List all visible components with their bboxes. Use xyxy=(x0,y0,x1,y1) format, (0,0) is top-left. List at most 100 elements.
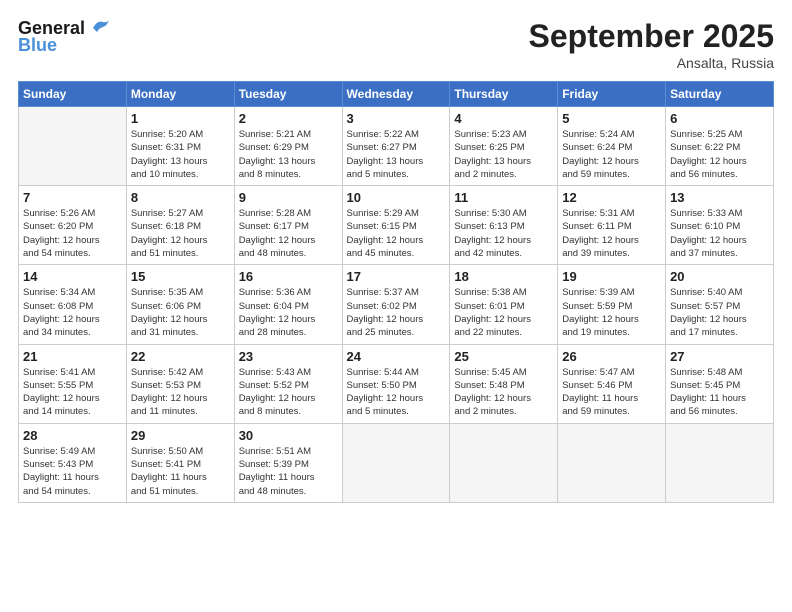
header: General Blue September 2025 Ansalta, Rus… xyxy=(18,18,774,71)
day-info: Sunrise: 5:20 AMSunset: 6:31 PMDaylight:… xyxy=(131,128,230,181)
day-number: 3 xyxy=(347,111,446,126)
day-info: Sunrise: 5:44 AMSunset: 5:50 PMDaylight:… xyxy=(347,366,446,419)
day-cell: 6 Sunrise: 5:25 AMSunset: 6:22 PMDaylight… xyxy=(666,107,774,186)
column-header-thursday: Thursday xyxy=(450,82,558,107)
day-info: Sunrise: 5:33 AMSunset: 6:10 PMDaylight:… xyxy=(670,207,769,260)
day-number: 12 xyxy=(562,190,661,205)
day-number: 19 xyxy=(562,269,661,284)
day-info: Sunrise: 5:28 AMSunset: 6:17 PMDaylight:… xyxy=(239,207,338,260)
day-cell: 27Sunrise: 5:48 AMSunset: 5:45 PMDayligh… xyxy=(666,344,774,423)
day-cell xyxy=(666,423,774,502)
day-info: Sunrise: 5:48 AMSunset: 5:45 PMDaylight:… xyxy=(670,366,769,419)
logo-blue-text: Blue xyxy=(18,35,57,56)
header-row: SundayMondayTuesdayWednesdayThursdayFrid… xyxy=(19,82,774,107)
day-number: 21 xyxy=(23,349,122,364)
subtitle: Ansalta, Russia xyxy=(529,55,774,71)
page: General Blue September 2025 Ansalta, Rus… xyxy=(0,0,792,612)
day-cell: 11 Sunrise: 5:30 AMSunset: 6:13 PMDayligh… xyxy=(450,186,558,265)
day-info: Sunrise: 5:47 AMSunset: 5:46 PMDaylight:… xyxy=(562,366,661,419)
day-number: 1 xyxy=(131,111,230,126)
day-number: 16 xyxy=(239,269,338,284)
day-cell xyxy=(19,107,127,186)
column-header-saturday: Saturday xyxy=(666,82,774,107)
column-header-monday: Monday xyxy=(126,82,234,107)
day-cell: 21 Sunrise: 5:41 AMSunset: 5:55 PMDayligh… xyxy=(19,344,127,423)
day-info: Sunrise: 5:38 AMSunset: 6:01 PMDaylight:… xyxy=(454,286,553,339)
column-header-wednesday: Wednesday xyxy=(342,82,450,107)
day-info: Sunrise: 5:35 AMSunset: 6:06 PMDaylight:… xyxy=(131,286,230,339)
day-info: Sunrise: 5:34 AMSunset: 6:08 PMDaylight:… xyxy=(23,286,122,339)
day-info: Sunrise: 5:27 AMSunset: 6:18 PMDaylight:… xyxy=(131,207,230,260)
day-number: 7 xyxy=(23,190,122,205)
week-row-2: 7Sunrise: 5:26 AMSunset: 6:20 PMDaylight… xyxy=(19,186,774,265)
day-cell: 4Sunrise: 5:23 AMSunset: 6:25 PMDaylight… xyxy=(450,107,558,186)
day-cell: 30 Sunrise: 5:51 AMSunset: 5:39 PMDayligh… xyxy=(234,423,342,502)
day-info: Sunrise: 5:23 AMSunset: 6:25 PMDaylight:… xyxy=(454,128,553,181)
day-cell: 3 Sunrise: 5:22 AMSunset: 6:27 PMDaylight… xyxy=(342,107,450,186)
week-row-4: 21 Sunrise: 5:41 AMSunset: 5:55 PMDayligh… xyxy=(19,344,774,423)
day-number: 15 xyxy=(131,269,230,284)
day-number: 18 xyxy=(454,269,553,284)
day-cell: 16 Sunrise: 5:36 AMSunset: 6:04 PMDayligh… xyxy=(234,265,342,344)
week-row-5: 28Sunrise: 5:49 AMSunset: 5:43 PMDayligh… xyxy=(19,423,774,502)
day-info: Sunrise: 5:36 AMSunset: 6:04 PMDaylight:… xyxy=(239,286,338,339)
day-cell: 18 Sunrise: 5:38 AMSunset: 6:01 PMDayligh… xyxy=(450,265,558,344)
day-cell: 25 Sunrise: 5:45 AMSunset: 5:48 PMDayligh… xyxy=(450,344,558,423)
day-number: 8 xyxy=(131,190,230,205)
day-number: 22 xyxy=(131,349,230,364)
day-cell: 5Sunrise: 5:24 AMSunset: 6:24 PMDaylight… xyxy=(558,107,666,186)
day-number: 5 xyxy=(562,111,661,126)
day-info: Sunrise: 5:45 AMSunset: 5:48 PMDaylight:… xyxy=(454,366,553,419)
logo: General Blue xyxy=(18,18,111,56)
day-info: Sunrise: 5:39 AMSunset: 5:59 PMDaylight:… xyxy=(562,286,661,339)
day-cell: 24Sunrise: 5:44 AMSunset: 5:50 PMDayligh… xyxy=(342,344,450,423)
day-number: 26 xyxy=(562,349,661,364)
day-cell: 12Sunrise: 5:31 AMSunset: 6:11 PMDayligh… xyxy=(558,186,666,265)
calendar-table: SundayMondayTuesdayWednesdayThursdayFrid… xyxy=(18,81,774,503)
day-cell: 17Sunrise: 5:37 AMSunset: 6:02 PMDayligh… xyxy=(342,265,450,344)
day-number: 20 xyxy=(670,269,769,284)
logo-bird-icon xyxy=(89,18,111,38)
day-info: Sunrise: 5:30 AMSunset: 6:13 PMDaylight:… xyxy=(454,207,553,260)
day-cell: 20 Sunrise: 5:40 AMSunset: 5:57 PMDayligh… xyxy=(666,265,774,344)
column-header-sunday: Sunday xyxy=(19,82,127,107)
column-header-tuesday: Tuesday xyxy=(234,82,342,107)
day-number: 14 xyxy=(23,269,122,284)
day-info: Sunrise: 5:21 AMSunset: 6:29 PMDaylight:… xyxy=(239,128,338,181)
day-number: 9 xyxy=(239,190,338,205)
day-cell: 2Sunrise: 5:21 AMSunset: 6:29 PMDaylight… xyxy=(234,107,342,186)
day-info: Sunrise: 5:37 AMSunset: 6:02 PMDaylight:… xyxy=(347,286,446,339)
day-info: Sunrise: 5:29 AMSunset: 6:15 PMDaylight:… xyxy=(347,207,446,260)
column-header-friday: Friday xyxy=(558,82,666,107)
day-cell: 15 Sunrise: 5:35 AMSunset: 6:06 PMDayligh… xyxy=(126,265,234,344)
day-cell: 29 Sunrise: 5:50 AMSunset: 5:41 PMDayligh… xyxy=(126,423,234,502)
day-info: Sunrise: 5:22 AMSunset: 6:27 PMDaylight:… xyxy=(347,128,446,181)
day-cell: 1 Sunrise: 5:20 AMSunset: 6:31 PMDaylight… xyxy=(126,107,234,186)
day-cell: 28Sunrise: 5:49 AMSunset: 5:43 PMDayligh… xyxy=(19,423,127,502)
month-title: September 2025 xyxy=(529,18,774,55)
day-number: 29 xyxy=(131,428,230,443)
day-cell: 7Sunrise: 5:26 AMSunset: 6:20 PMDaylight… xyxy=(19,186,127,265)
day-info: Sunrise: 5:43 AMSunset: 5:52 PMDaylight:… xyxy=(239,366,338,419)
day-cell: 19 Sunrise: 5:39 AMSunset: 5:59 PMDayligh… xyxy=(558,265,666,344)
day-cell: 8 Sunrise: 5:27 AMSunset: 6:18 PMDaylight… xyxy=(126,186,234,265)
day-info: Sunrise: 5:51 AMSunset: 5:39 PMDaylight:… xyxy=(239,445,338,498)
day-number: 11 xyxy=(454,190,553,205)
day-info: Sunrise: 5:50 AMSunset: 5:41 PMDaylight:… xyxy=(131,445,230,498)
day-info: Sunrise: 5:40 AMSunset: 5:57 PMDaylight:… xyxy=(670,286,769,339)
day-info: Sunrise: 5:49 AMSunset: 5:43 PMDaylight:… xyxy=(23,445,122,498)
day-cell: 23 Sunrise: 5:43 AMSunset: 5:52 PMDayligh… xyxy=(234,344,342,423)
day-info: Sunrise: 5:25 AMSunset: 6:22 PMDaylight:… xyxy=(670,128,769,181)
day-info: Sunrise: 5:41 AMSunset: 5:55 PMDaylight:… xyxy=(23,366,122,419)
day-number: 30 xyxy=(239,428,338,443)
day-cell: 26 Sunrise: 5:47 AMSunset: 5:46 PMDayligh… xyxy=(558,344,666,423)
day-number: 25 xyxy=(454,349,553,364)
day-cell xyxy=(558,423,666,502)
day-number: 10 xyxy=(347,190,446,205)
day-cell xyxy=(342,423,450,502)
day-cell xyxy=(450,423,558,502)
week-row-1: 1 Sunrise: 5:20 AMSunset: 6:31 PMDaylight… xyxy=(19,107,774,186)
day-cell: 9 Sunrise: 5:28 AMSunset: 6:17 PMDaylight… xyxy=(234,186,342,265)
day-number: 6 xyxy=(670,111,769,126)
day-number: 23 xyxy=(239,349,338,364)
